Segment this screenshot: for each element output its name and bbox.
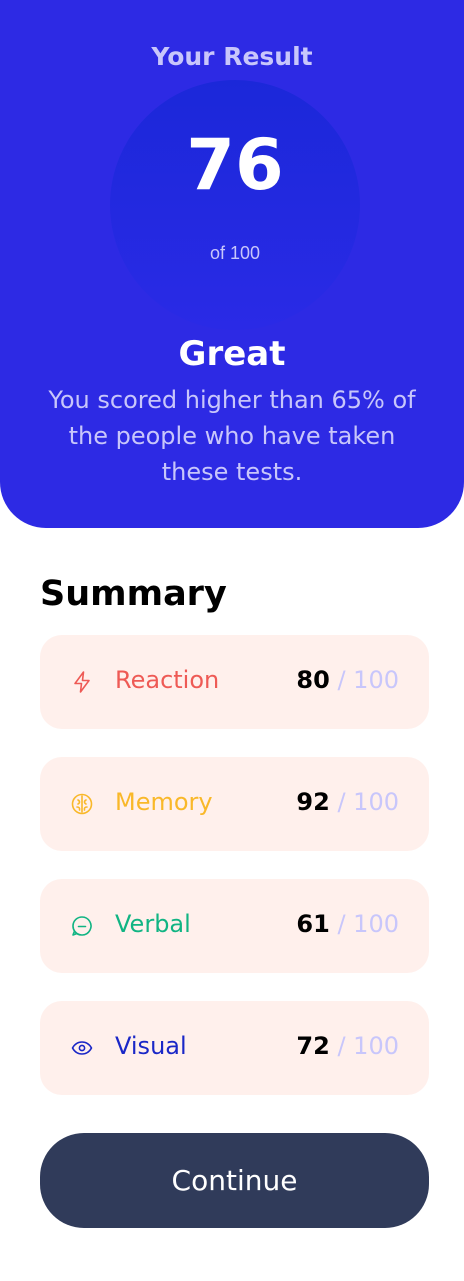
result-panel: Your Result 76 of 100 Great You scored h… xyxy=(0,0,464,528)
summary-item-label: Memory xyxy=(115,788,213,816)
result-heading: Your Result xyxy=(151,42,313,71)
lightning-icon xyxy=(70,670,94,694)
summary-item-score: 61 / 100 xyxy=(296,910,399,938)
chat-bubble-icon xyxy=(70,914,94,938)
score-max: / 100 xyxy=(337,788,399,816)
score-max: / 100 xyxy=(337,666,399,694)
summary-item-label: Visual xyxy=(115,1032,187,1060)
summary-item-score: 80 / 100 xyxy=(296,666,399,694)
score-max: / 100 xyxy=(337,910,399,938)
score-out-of: of 100 xyxy=(209,243,261,263)
continue-button[interactable]: Continue xyxy=(40,1133,429,1228)
rating-description: You scored higher than 65% of the people… xyxy=(48,386,416,486)
summary-item-score: 92 / 100 xyxy=(296,788,399,816)
summary-item-score: 72 / 100 xyxy=(296,1032,399,1060)
summary-item-memory: Memory 92 / 100 xyxy=(40,757,429,851)
eye-icon xyxy=(70,1036,94,1060)
score-number: 80 xyxy=(296,666,330,694)
score-max: / 100 xyxy=(337,1032,399,1060)
score-number: 61 xyxy=(296,910,330,938)
summary-item-reaction: Reaction 80 / 100 xyxy=(40,635,429,729)
score-number: 92 xyxy=(296,788,330,816)
score-circle: 76 of 100 xyxy=(110,80,360,330)
rating-label: Great xyxy=(178,334,286,374)
summary-item-visual: Visual 72 / 100 xyxy=(40,1001,429,1095)
summary-item-label: Verbal xyxy=(115,910,191,938)
summary-item-verbal: Verbal 61 / 100 xyxy=(40,879,429,973)
summary-item-label: Reaction xyxy=(115,666,220,694)
brain-icon xyxy=(70,792,94,816)
score-value: 76 xyxy=(186,124,284,206)
score-number: 72 xyxy=(296,1032,330,1060)
summary-title: Summary xyxy=(40,574,227,614)
